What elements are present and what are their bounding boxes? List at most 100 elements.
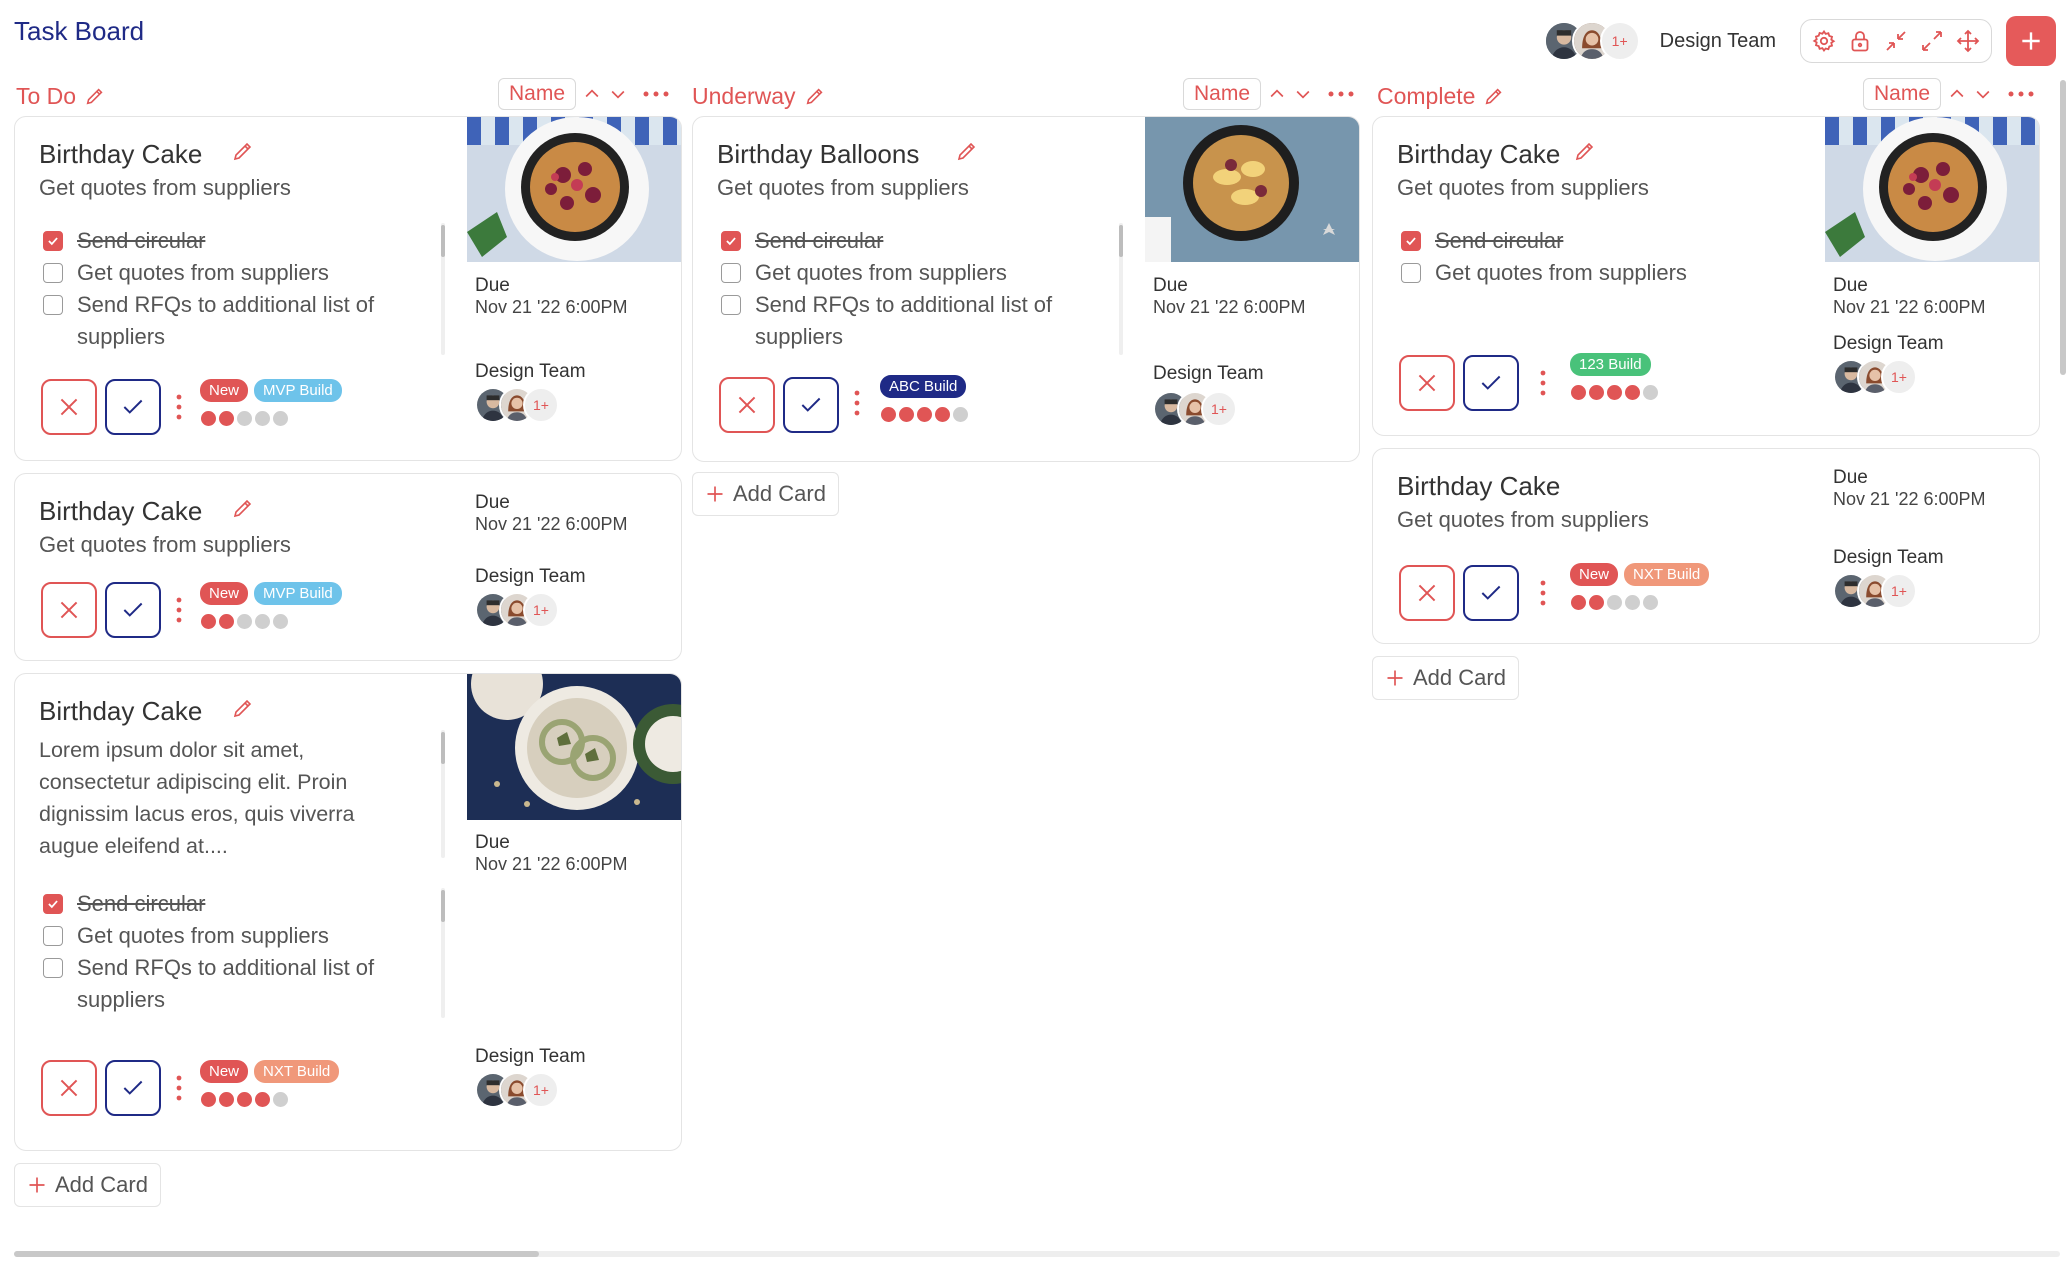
edit-icon[interactable] [84, 85, 106, 107]
due-label: Due [1153, 275, 1188, 296]
kebab-menu-icon[interactable] [175, 1074, 183, 1102]
approve-button[interactable] [1463, 565, 1519, 621]
tag-new: New [200, 582, 249, 605]
checkbox[interactable] [721, 295, 741, 315]
checklist-text: Get quotes from suppliers [77, 260, 329, 285]
reject-button[interactable] [719, 377, 775, 433]
checklist-scrollbar[interactable] [441, 890, 445, 922]
checklist-item[interactable]: Send RFQs to additional list of supplier… [721, 289, 1101, 353]
reject-button[interactable] [41, 1060, 97, 1116]
edit-icon[interactable] [231, 139, 255, 163]
approve-button[interactable] [105, 1060, 161, 1116]
card-avatars[interactable]: 1+ [1833, 359, 1917, 395]
checkbox[interactable] [721, 263, 741, 283]
checkbox[interactable] [43, 231, 63, 251]
gear-icon[interactable] [1811, 28, 1837, 54]
sort-by-button[interactable]: Name [1183, 78, 1262, 110]
task-card[interactable]: Birthday Cake Lorem ipsum dolor sit amet… [14, 673, 682, 1151]
lock-icon[interactable] [1847, 28, 1873, 54]
checklist-item[interactable]: Get quotes from suppliers [1401, 257, 1781, 289]
move-icon[interactable] [1955, 28, 1981, 54]
task-card[interactable]: Birthday Cake Get quotes from suppliers … [1372, 116, 2040, 436]
checklist-item[interactable]: Get quotes from suppliers [721, 257, 1101, 289]
kebab-menu-icon[interactable] [1539, 579, 1547, 607]
checklist-item[interactable]: Send circular [721, 225, 1101, 257]
edit-icon[interactable] [804, 85, 826, 107]
checkbox[interactable] [43, 295, 63, 315]
chevron-up-icon[interactable] [1947, 84, 1967, 104]
collapse-icon[interactable] [1883, 28, 1909, 54]
approve-button[interactable] [783, 377, 839, 433]
checklist-item[interactable]: Get quotes from suppliers [43, 920, 423, 952]
checklist-scrollbar[interactable] [1119, 225, 1123, 257]
sort-by-button[interactable]: Name [498, 78, 577, 110]
description-scrollbar[interactable] [441, 732, 445, 764]
checkbox[interactable] [1401, 231, 1421, 251]
vertical-scrollbar[interactable] [2060, 80, 2066, 375]
kebab-menu-icon[interactable] [1539, 369, 1547, 397]
checkbox[interactable] [721, 231, 741, 251]
task-card[interactable]: Birthday Cake Get quotes from suppliers … [14, 116, 682, 461]
checkbox[interactable] [43, 958, 63, 978]
checklist-text: Send RFQs to additional list of supplier… [77, 955, 375, 1012]
checklist-item[interactable]: Send circular [43, 888, 423, 920]
approve-button[interactable] [1463, 355, 1519, 411]
checklist-item[interactable]: Send RFQs to additional list of supplier… [43, 952, 423, 1016]
add-column-button[interactable] [2006, 16, 2056, 66]
checklist-item[interactable]: Get quotes from suppliers [43, 257, 423, 289]
priority-dots [881, 407, 968, 422]
check-icon [1481, 375, 1501, 390]
kebab-menu-icon[interactable] [175, 393, 183, 421]
task-card[interactable]: Birthday Balloons Get quotes from suppli… [692, 116, 1360, 462]
more-options-icon[interactable] [642, 84, 670, 104]
priority-dot [273, 614, 288, 629]
chevron-down-icon[interactable] [608, 84, 628, 104]
checklist-item[interactable]: Send circular [1401, 225, 1781, 257]
task-card[interactable]: Birthday Cake Get quotes from suppliers … [14, 473, 682, 661]
kebab-menu-icon[interactable] [853, 389, 861, 417]
card-avatars[interactable]: 1+ [1833, 573, 1917, 609]
checklist-item[interactable]: Send circular [43, 225, 423, 257]
reject-button[interactable] [41, 582, 97, 638]
card-avatars[interactable]: 1+ [475, 387, 559, 423]
priority-dot [237, 1092, 252, 1107]
reject-button[interactable] [1399, 565, 1455, 621]
card-avatars[interactable]: 1+ [475, 1072, 559, 1108]
chevron-up-icon[interactable] [582, 84, 602, 104]
edit-icon[interactable] [1573, 139, 1597, 163]
card-avatars[interactable]: 1+ [1153, 391, 1237, 427]
chevron-down-icon[interactable] [1293, 84, 1313, 104]
team-avatars[interactable]: 1+ [1543, 21, 1640, 61]
more-options-icon[interactable] [2007, 84, 2035, 104]
plus-icon [1385, 668, 1405, 688]
edit-icon[interactable] [231, 496, 255, 520]
task-card[interactable]: Birthday Cake Get quotes from suppliers … [1372, 448, 2040, 644]
add-card-button[interactable]: Add Card [14, 1163, 161, 1207]
checkbox[interactable] [1401, 263, 1421, 283]
approve-button[interactable] [105, 582, 161, 638]
more-options-icon[interactable] [1327, 84, 1355, 104]
chevron-down-icon[interactable] [1973, 84, 1993, 104]
horizontal-scrollbar[interactable] [14, 1251, 539, 1257]
checklist-item[interactable]: Send RFQs to additional list of supplier… [43, 289, 423, 353]
card-subtitle: Get quotes from suppliers [39, 532, 291, 557]
checkbox[interactable] [43, 894, 63, 914]
edit-icon[interactable] [231, 696, 255, 720]
chevron-up-icon[interactable] [1267, 84, 1287, 104]
sort-by-button[interactable]: Name [1863, 78, 1942, 110]
reject-button[interactable] [41, 379, 97, 435]
checkbox[interactable] [43, 263, 63, 283]
add-card-button[interactable]: Add Card [1372, 656, 1519, 700]
due-label: Due [1833, 275, 1868, 296]
checklist-scrollbar[interactable] [441, 225, 445, 257]
card-avatars[interactable]: 1+ [475, 592, 559, 628]
checkbox[interactable] [43, 926, 63, 946]
kebab-menu-icon[interactable] [175, 596, 183, 624]
expand-icon[interactable] [1919, 28, 1945, 54]
edit-icon[interactable] [955, 139, 979, 163]
edit-icon[interactable] [1483, 85, 1505, 107]
reject-button[interactable] [1399, 355, 1455, 411]
approve-button[interactable] [105, 379, 161, 435]
team-label: Design Team [1833, 547, 1944, 568]
add-card-button[interactable]: Add Card [692, 472, 839, 516]
